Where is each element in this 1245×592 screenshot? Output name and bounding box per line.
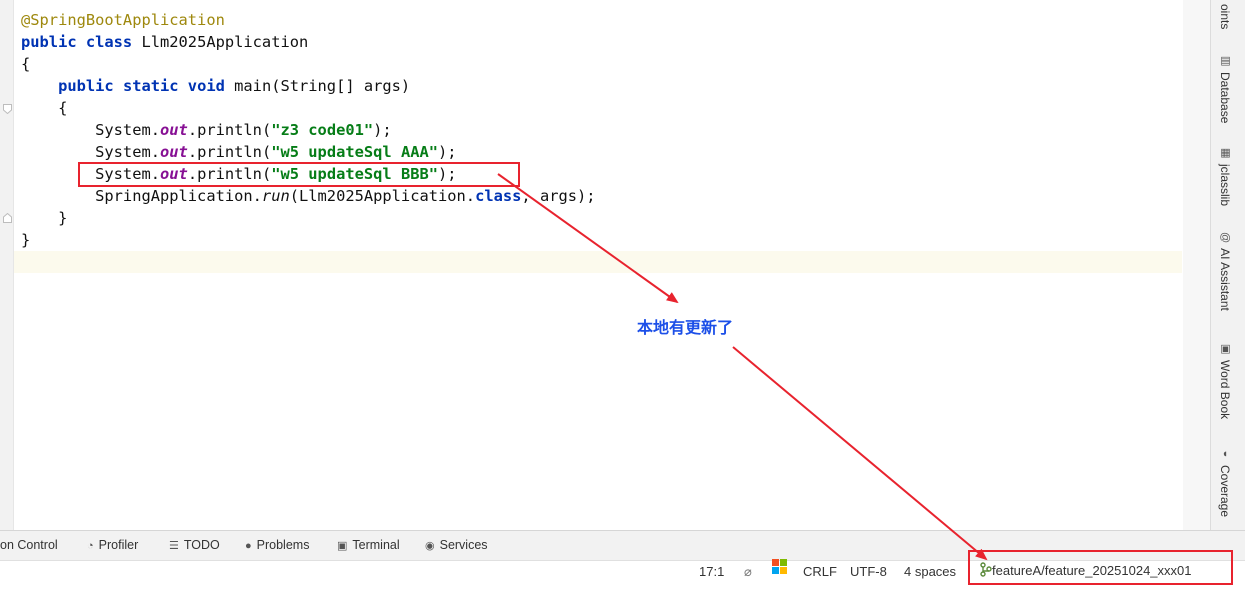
arrow-to-note	[497, 173, 679, 304]
annotation-note: 本地有更新了	[637, 320, 734, 337]
arrow-to-branch	[732, 346, 988, 561]
annotation-arrows	[497, 173, 988, 561]
